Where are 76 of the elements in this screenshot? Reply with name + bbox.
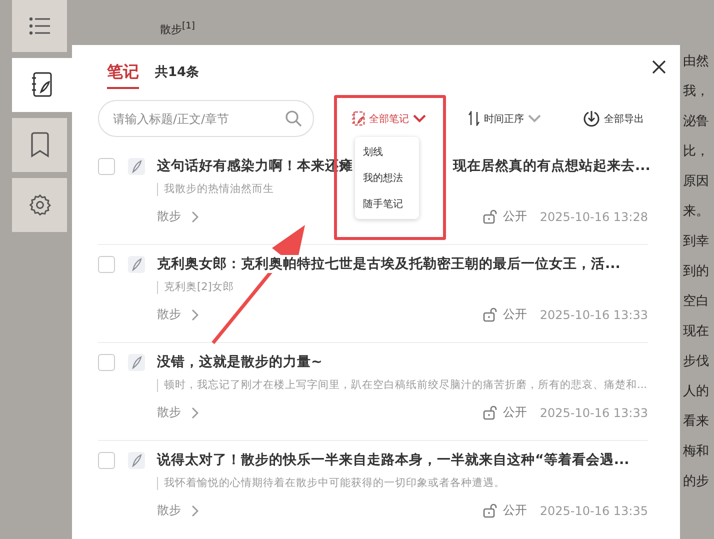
page-text: 看来 (683, 413, 710, 431)
chapter-link[interactable]: 散步 (157, 306, 199, 323)
unlock-icon (482, 503, 498, 518)
checkbox[interactable] (98, 256, 115, 272)
page-text: 原因 (683, 173, 710, 191)
note-date: 2025-10-16 13:35 (540, 504, 648, 518)
unlock-icon (482, 209, 498, 224)
chapter-link[interactable]: 散步 (157, 404, 199, 421)
visibility-label: 公开 (502, 502, 527, 519)
page-text: 步伐 (683, 353, 710, 371)
bookmark-icon (30, 132, 50, 158)
chapter-link[interactable]: 散步 (157, 502, 199, 519)
note-quote: 克利奥[2]女郎 (157, 281, 234, 294)
quill-icon (128, 256, 145, 272)
page-text: 的步 (683, 473, 710, 491)
caret-icon (413, 114, 426, 123)
export-button[interactable]: 全部导出 (583, 110, 644, 127)
menu-icon (28, 17, 50, 35)
chevron-right-icon (191, 406, 199, 418)
page-text: 到的 (683, 263, 710, 281)
page-text: 人的 (683, 383, 710, 401)
note-title: 现在居然真的有点想站起来去... (453, 157, 650, 175)
note-title: 没错，这就是散步的力量~ (157, 353, 322, 371)
quill-icon (128, 354, 145, 370)
sort-icon (468, 111, 480, 126)
page-text: 现在 (683, 323, 710, 341)
notebook-icon (31, 72, 53, 98)
chapter-link[interactable]: 散步 (157, 208, 199, 225)
quill-icon (128, 158, 145, 174)
notebook-icon (352, 111, 365, 126)
page-text: 比， (683, 143, 710, 161)
notes-tab[interactable] (12, 58, 72, 112)
filter-option[interactable]: 我的想法 (355, 165, 419, 191)
note-date: 2025-10-16 13:28 (540, 210, 648, 224)
checkbox[interactable] (98, 452, 115, 468)
checkbox[interactable] (98, 354, 115, 370)
quill-icon (128, 452, 145, 468)
close-button[interactable] (652, 60, 666, 74)
notes-tab[interactable]: 笔记 (107, 62, 139, 89)
sort-button[interactable]: 时间正序 (468, 111, 541, 126)
search-icon (285, 110, 302, 127)
filter-dropdown[interactable]: 全部笔记 (352, 111, 426, 126)
chapter-title: 散步$^{[1]}$ (160, 22, 195, 36)
unlock-icon (482, 405, 498, 420)
chevron-right-icon (191, 308, 199, 320)
contents-tab[interactable] (12, 0, 67, 52)
page-text: 由然 (683, 53, 710, 71)
note-title: 说得太对了！散步的快乐一半来自走路本身，一半就来自这种“等着看会遇... (157, 451, 630, 469)
visibility-label: 公开 (502, 208, 527, 225)
settings-icon (28, 194, 50, 216)
note-count: 共14条 (155, 64, 200, 81)
note-date: 2025-10-16 13:33 (540, 406, 648, 420)
download-icon (583, 110, 600, 127)
settings-tab[interactable] (12, 178, 67, 232)
caret-icon (528, 114, 541, 123)
checkbox[interactable] (98, 158, 115, 174)
page-text: 我， (683, 83, 710, 101)
note-quote: 顿时，我忘记了刚才在楼上写字间里，趴在空白稿纸前绞尽脑汁的痛苦折磨，所有的悲哀、痛楚和... (157, 379, 648, 392)
visibility-label: 公开 (502, 404, 527, 421)
page-text: 空白 (683, 293, 710, 311)
filter-option[interactable]: 随手笔记 (355, 191, 419, 217)
page-text: 梅和 (683, 443, 710, 461)
chevron-right-icon (191, 210, 199, 222)
note-title: 克利奥女郎：克利奥帕特拉七世是古埃及托勒密王朝的最后一位女王，活... (157, 255, 620, 273)
search-field[interactable]: 请输入标题/正文/章节 (98, 100, 314, 137)
page-text: 泌鲁 (683, 113, 710, 131)
unlock-icon (482, 307, 498, 322)
visibility-label: 公开 (502, 306, 527, 323)
page-text: 到幸 (683, 233, 710, 251)
close-icon (652, 60, 666, 74)
filter-option[interactable]: 划线 (355, 139, 419, 165)
bookmarks-tab[interactable] (12, 118, 67, 172)
note-date: 2025-10-16 13:33 (540, 308, 648, 322)
note-quote: 我散步的热情油然而生 (157, 183, 274, 196)
page-text: 来。 (683, 203, 710, 221)
chevron-right-icon (191, 504, 199, 516)
